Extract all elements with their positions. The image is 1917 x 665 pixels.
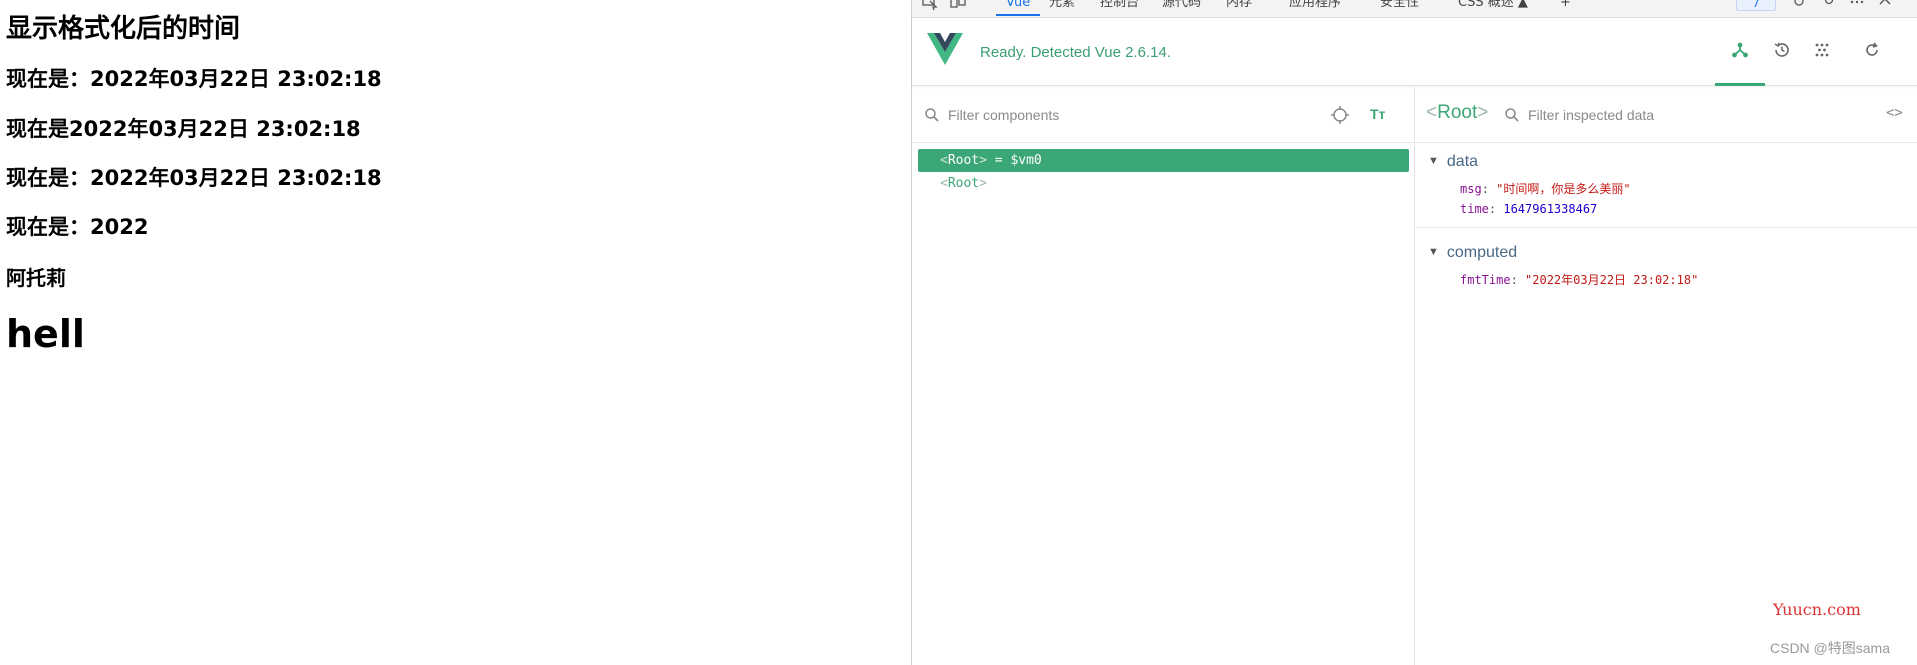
open-in-editor-icon[interactable]: <>	[1886, 105, 1903, 121]
author-watermark: CSDN @特图sama	[1770, 640, 1891, 656]
vue-status-text: Ready. Detected Vue 2.6.14.	[980, 44, 1171, 61]
more-options-icon[interactable]	[1850, 0, 1866, 10]
tab-elements[interactable]: 元素	[1049, 0, 1075, 12]
components-tab-button[interactable]	[1722, 32, 1758, 68]
data-item-msg[interactable]: msg: "时间啊，你是多么美丽"	[1460, 180, 1631, 197]
components-tree-icon	[1732, 42, 1748, 58]
issues-badge[interactable]: 7	[1736, 0, 1776, 11]
active-tab-indicator	[996, 14, 1040, 16]
computed-section-toggle[interactable]: ▼ computed	[1428, 244, 1517, 262]
filter-inspected-input[interactable]	[1528, 103, 1828, 127]
data-section-toggle[interactable]: ▼ data	[1428, 153, 1478, 171]
search-icon	[925, 108, 939, 122]
close-devtools-icon[interactable]	[1878, 0, 1894, 10]
time-line-3: 现在是：2022年03月22日 23:02:18	[6, 166, 382, 190]
select-component-icon[interactable]	[1330, 105, 1350, 125]
caret-down-icon: ▼	[1428, 246, 1439, 258]
vm-ref: = $vm0	[994, 153, 1042, 168]
inspect-element-icon[interactable]	[922, 0, 938, 11]
performance-tab-button[interactable]	[1804, 32, 1840, 68]
tree-row-root[interactable]: <Root>	[918, 172, 1409, 195]
inspected-component-name: <Root>	[1426, 102, 1489, 123]
inspector-header: <Root> <>	[1416, 87, 1917, 143]
tab-vue[interactable]: Vue	[1006, 0, 1030, 12]
site-watermark: Yuucn.com	[1773, 600, 1861, 619]
section-divider	[1416, 227, 1917, 228]
search-icon	[1505, 108, 1519, 122]
name-line: 阿托莉	[6, 266, 66, 290]
tab-sources[interactable]: 源代码	[1162, 0, 1201, 12]
tree-row-root-selected[interactable]: <Root> = $vm0	[918, 149, 1409, 172]
tab-console[interactable]: 控制台	[1100, 0, 1139, 12]
tab-security[interactable]: 安全性	[1380, 0, 1419, 12]
user-icon[interactable]	[1822, 0, 1838, 10]
vue-devtools-header: Ready. Detected Vue 2.6.14.	[912, 18, 1917, 86]
filter-components-input[interactable]	[948, 103, 1308, 127]
data-item-time[interactable]: time: 1647961338467	[1460, 202, 1597, 216]
component-name: Root	[947, 153, 980, 168]
big-text: hell	[6, 312, 85, 356]
rendered-page: 显示格式化后的时间 现在是：2022年03月22日 23:02:18 现在是20…	[0, 0, 911, 665]
time-line-2: 现在是2022年03月22日 23:02:18	[6, 117, 361, 141]
devtools-panel: Vue 元素 控制台 源代码 内存 应用程序 安全性 CSS 概述 ▲ + 7 …	[911, 0, 1917, 665]
tab-memory[interactable]: 内存	[1226, 0, 1252, 12]
tab-css-overview[interactable]: CSS 概述 ▲	[1458, 0, 1528, 12]
components-filter-bar: Tт	[912, 87, 1414, 143]
timeline-tab-button[interactable]	[1764, 32, 1800, 68]
settings-gear-icon[interactable]	[1792, 0, 1808, 10]
year-line: 现在是：2022	[6, 215, 149, 239]
inspector-pane: <Root> <> ▼data msg: "时间啊，你是多么美丽" time: …	[1416, 87, 1917, 665]
time-line-1: 现在是：2022年03月22日 23:02:18	[6, 67, 382, 91]
active-header-indicator	[1715, 83, 1765, 86]
component-name: Root	[947, 176, 980, 191]
vue-logo-icon	[927, 33, 963, 65]
refresh-icon	[1866, 42, 1878, 56]
computed-item-fmttime[interactable]: fmtTime: "2022年03月22日 23:02:18"	[1460, 271, 1698, 288]
device-toolbar-icon[interactable]	[950, 0, 966, 10]
components-pane: Tт <Root> = $vm0 <Root>	[912, 87, 1415, 665]
devtools-tabbar: Vue 元素 控制台 源代码 内存 应用程序 安全性 CSS 概述 ▲ + 7	[912, 0, 1917, 18]
caret-down-icon: ▼	[1428, 155, 1439, 167]
history-icon	[1774, 42, 1789, 57]
add-tab-button[interactable]: +	[1560, 0, 1571, 12]
refresh-button[interactable]	[1854, 32, 1890, 68]
page-title: 显示格式化后的时间	[6, 14, 241, 44]
tab-application[interactable]: 应用程序	[1289, 0, 1341, 12]
grid-dots-icon	[1815, 43, 1829, 57]
format-names-button[interactable]: Tт	[1370, 106, 1385, 122]
